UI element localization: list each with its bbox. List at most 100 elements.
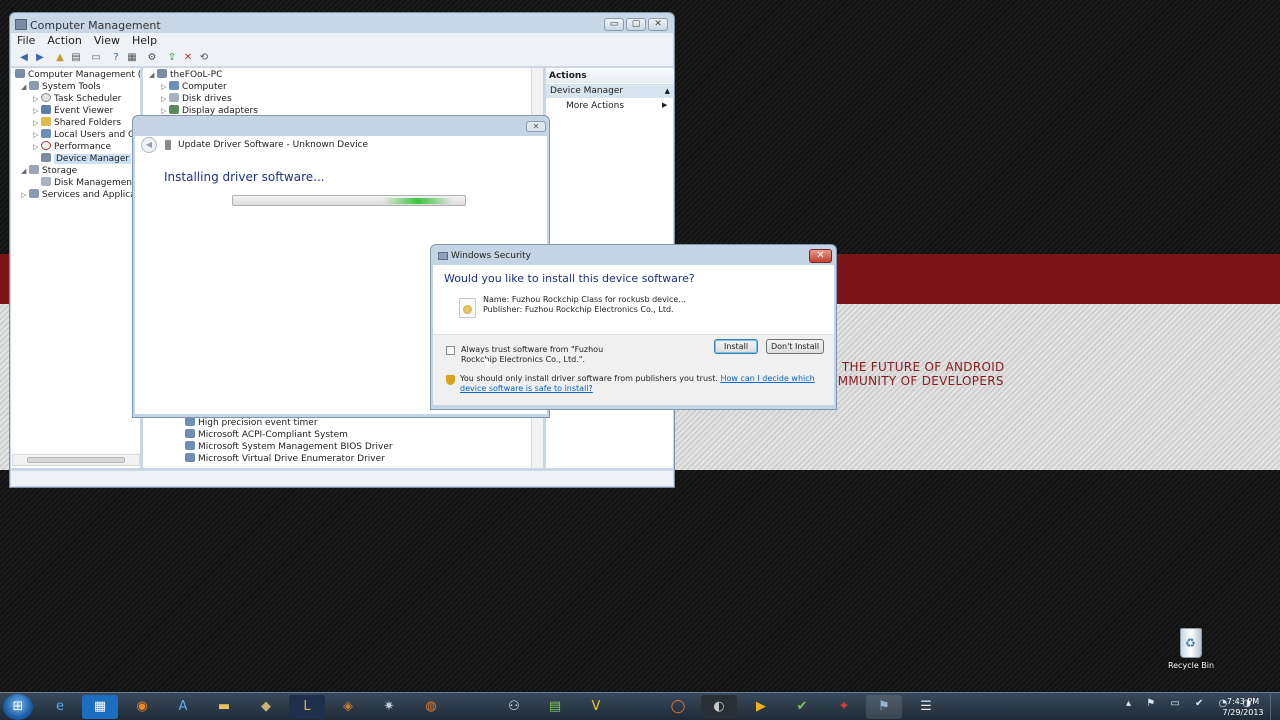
recycle-bin-icon[interactable] [1180,628,1202,658]
app-icon[interactable]: ✔ [784,695,820,719]
app-icon[interactable]: V [578,695,614,719]
tree-item-local-users[interactable]: ▷Local Users and Group [33,129,140,141]
windows-security-icon [438,252,448,260]
app-icon[interactable]: ▦ [82,695,118,719]
menu-view[interactable]: View [88,33,126,49]
explorer-folder-icon[interactable]: ▬ [206,695,242,719]
league-of-legends-icon[interactable]: L [289,695,325,719]
driver-name: Name: Fuzhou Rockchip Class for rockusb … [483,295,686,304]
driver-publisher: Publisher: Fuzhou Rockchip Electronics C… [483,305,674,314]
install-progress-bar [232,195,466,206]
close-button[interactable]: ✕ [526,121,546,132]
tree-item-device-manager[interactable]: Device Manager [41,153,132,165]
expand-arrow-icon[interactable]: ◢ [21,81,29,93]
recycle-bin[interactable]: Recycle Bin [1166,628,1216,670]
device-category-disk-drives[interactable]: ▷ Disk drives [161,93,232,105]
game-icon[interactable]: ◆ [248,695,284,719]
minimize-button[interactable]: ▭ [604,18,624,31]
expand-arrow-icon[interactable]: ◢ [21,165,29,177]
more-actions-link[interactable]: More Actions ▶ [566,101,667,111]
up-folder-icon[interactable]: ▲ [53,51,67,64]
device-root[interactable]: ◢ theFOoL-PC [149,69,222,81]
app-icon[interactable]: A [165,695,201,719]
properties-icon[interactable]: ▦ [125,51,139,64]
expand-arrow-icon[interactable]: ▷ [161,93,169,105]
device-item[interactable]: Microsoft System Management BIOS Driver [185,441,393,453]
tree-item-system-tools[interactable]: ◢ System Tools [21,81,101,93]
tree-item-shared-folders[interactable]: ▷ Shared Folders [33,117,121,129]
device-category-computer[interactable]: ▷ Computer [161,81,227,93]
close-button[interactable]: ✕ [809,249,832,263]
close-button[interactable]: ✕ [648,18,668,31]
console-tree: Computer Management (Local ◢System Tools… [11,68,141,468]
expand-arrow-icon[interactable]: ▷ [33,129,41,141]
dont-install-button[interactable]: Don't Install [766,339,824,354]
game-icon[interactable]: ✷ [371,695,407,719]
menu-file[interactable]: File [11,33,41,49]
start-button[interactable]: ⊞ [3,694,33,720]
forward-icon[interactable]: ▶ [33,51,47,64]
internet-explorer-icon[interactable]: e [42,695,78,719]
tree-item-computer-management[interactable]: Computer Management (Local [15,69,140,81]
scrollbar-thumb[interactable] [27,457,125,463]
device-item[interactable]: Microsoft ACPI-Compliant System [185,429,348,441]
help-icon[interactable]: ? [109,51,123,64]
update-driver-icon[interactable]: ⇪ [165,51,179,64]
computer-management-taskbar-icon[interactable]: ⚑ [866,695,902,719]
firefox-icon[interactable]: ◉ [124,695,160,719]
clock[interactable]: 7:43 PM 7/29/2013 [1218,696,1268,718]
device-item[interactable]: High precision event timer [185,417,318,429]
menu-help[interactable]: Help [126,33,163,49]
expand-arrow-icon[interactable]: ▷ [33,117,41,129]
scan-hardware-icon[interactable]: ⚙ [145,51,159,64]
expand-arrow-icon[interactable]: ▷ [21,189,29,201]
expand-arrow-icon[interactable]: ▷ [33,93,41,105]
maximize-button[interactable]: ▢ [626,18,646,31]
disk-icon [41,177,51,186]
back-arrow-icon[interactable]: ◀ [141,137,157,153]
tree-item-event-viewer[interactable]: ▷ Event Viewer [33,105,113,117]
disk-drive-icon [169,93,179,102]
app-icon[interactable]: ▤ [537,695,573,719]
expand-arrow-icon[interactable]: ▷ [33,105,41,117]
game-icon[interactable]: ◈ [330,695,366,719]
window-title: Computer Management [30,19,161,32]
expand-arrow-icon[interactable]: ▷ [33,141,41,153]
tree-item-storage[interactable]: ◢ Storage [21,165,77,177]
actions-section-device-manager[interactable]: Device Manager ▲ [546,84,674,98]
warning-text: You should only install driver software … [460,374,718,383]
tree-item-task-scheduler[interactable]: ▷ Task Scheduler [33,93,121,105]
device-item[interactable]: Microsoft Virtual Drive Enumerator Drive… [185,453,385,465]
menu-action[interactable]: Action [41,33,87,49]
expand-arrow-icon[interactable]: ◢ [149,69,157,81]
tree-item-services-applications[interactable]: ▷Services and Applications [21,189,140,201]
app-icon[interactable]: ☰ [908,695,944,719]
display-adapter-icon [169,105,179,114]
steam-icon[interactable]: ◐ [701,695,737,719]
uninstall-icon[interactable]: ✕ [181,51,195,64]
status-bar [11,470,673,486]
install-button[interactable]: Install [714,339,758,354]
device-manager-icon [41,153,51,162]
app-icon[interactable]: ◯ [660,695,696,719]
show-desktop-button[interactable] [1270,693,1280,720]
show-hide-tree-icon[interactable]: ▤ [69,51,83,64]
app-icon[interactable]: ✦ [826,695,862,719]
collapse-arrow-icon[interactable]: ▲ [665,84,670,98]
submenu-arrow-icon: ▶ [662,101,668,109]
expand-arrow-icon[interactable]: ▷ [161,81,169,93]
wallpaper-text: O THE FUTURE OF ANDROID OMMUNITY OF DEVE… [828,360,1005,388]
export-list-icon[interactable]: ▭ [89,51,103,64]
tree-horizontal-scrollbar[interactable] [12,454,140,466]
system-device-icon [185,453,195,462]
media-player-icon[interactable]: ▶ [743,695,779,719]
tree-item-disk-management[interactable]: Disk Management [41,177,135,189]
game-icon[interactable]: ◍ [413,695,449,719]
taskbar: ⊞ e ▦ ◉ A ▬ ◆ L ◈ ✷ ◍ ⚇ ▤ V ◯ ◐ ▶ ✔ ✦ ⚑ … [0,692,1280,720]
enable-device-icon[interactable]: ⟲ [197,51,211,64]
windows-security-body: Would you like to install this device so… [433,265,834,405]
tree-item-performance[interactable]: ▷ Performance [33,141,111,153]
back-icon[interactable]: ◀ [17,51,31,64]
app-icon[interactable]: ⚇ [496,695,532,719]
always-trust-checkbox[interactable] [446,346,455,355]
